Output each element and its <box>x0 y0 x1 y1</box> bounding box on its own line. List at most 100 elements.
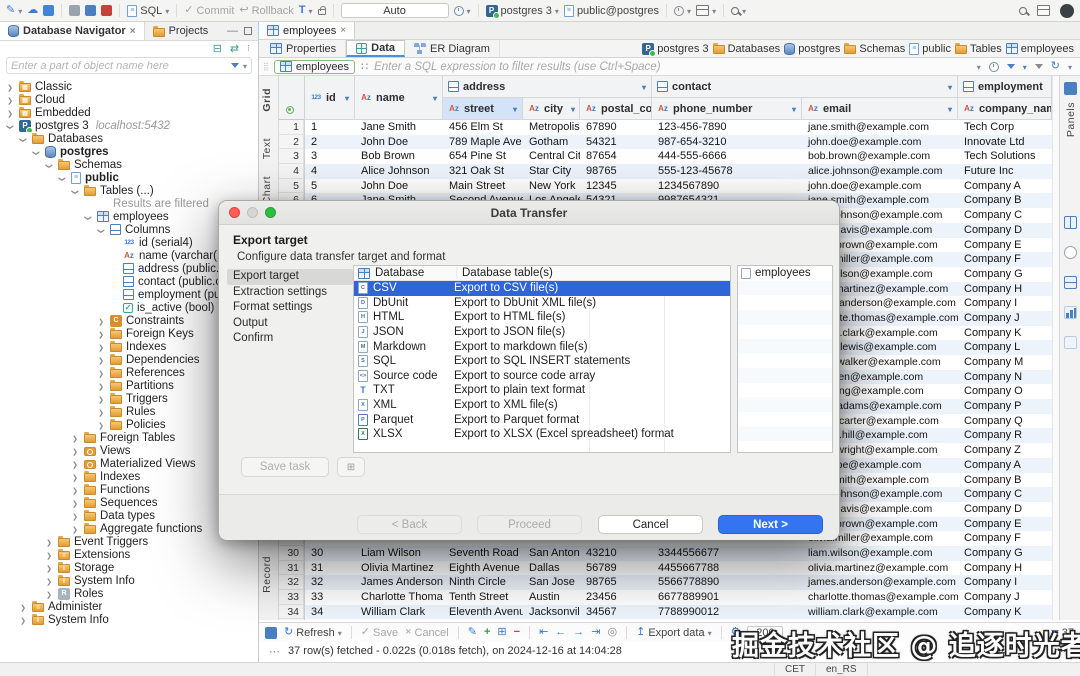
chevron-down-icon[interactable] <box>1023 61 1027 73</box>
twisty-icon[interactable] <box>96 315 106 327</box>
connect-icon[interactable] <box>69 5 80 16</box>
table-row[interactable]: 3 Bob Brown 654 Pine St Central City 876… <box>305 149 1052 164</box>
cell-phone-number[interactable]: 6677889901 <box>652 590 802 605</box>
table-row[interactable]: 30 Liam Wilson Seventh Road San Antonio … <box>305 546 1052 561</box>
twisty-icon[interactable] <box>96 328 106 340</box>
cell-street[interactable]: Eleventh Avenue <box>443 605 523 620</box>
column-header-id[interactable]: id <box>305 76 355 120</box>
twisty-icon[interactable] <box>70 185 80 197</box>
tab-grid[interactable]: Grid <box>261 88 273 112</box>
cell-email[interactable]: bob.brown@example.com <box>802 149 958 164</box>
references-panel-icon[interactable] <box>1064 246 1077 259</box>
twisty-icon[interactable] <box>70 445 80 457</box>
cell-company-name[interactable]: Company G <box>958 267 1052 282</box>
cell-city[interactable]: San Jose <box>523 575 580 590</box>
auto-commit-select[interactable]: Auto <box>341 3 449 18</box>
cell-name[interactable]: William Clark <box>355 605 443 620</box>
export-format-row[interactable]: SQL Export to SQL INSERT statements <box>354 354 730 369</box>
cell-postal-code[interactable]: 23456 <box>580 590 652 605</box>
breadcrumb-item[interactable]: Tables <box>955 43 1002 55</box>
cell-company-name[interactable]: Company L <box>958 340 1052 355</box>
save-task-button[interactable]: Save task <box>241 457 329 477</box>
breadcrumb-item[interactable]: public <box>909 43 951 55</box>
row-number[interactable]: 3 <box>279 149 304 164</box>
cell-street[interactable]: 789 Maple Ave <box>443 135 523 150</box>
tree-item[interactable]: public <box>0 171 258 184</box>
cell-city[interactable]: Gotham <box>523 135 580 150</box>
close-icon[interactable]: × <box>340 25 346 36</box>
cell-postal-code[interactable]: 98765 <box>580 575 652 590</box>
wizard-step[interactable]: Export target <box>227 269 353 285</box>
minimize-window-icon[interactable] <box>247 207 258 218</box>
last-row-icon[interactable]: ⇥ <box>591 627 600 638</box>
cell-company-name[interactable]: Company C <box>958 487 1052 502</box>
open-folder-icon[interactable] <box>43 5 54 16</box>
cell-phone-number[interactable]: 444-555-6666 <box>652 149 802 164</box>
twisty-icon[interactable] <box>44 562 54 574</box>
cell-company-name[interactable]: Company R <box>958 428 1052 443</box>
panels-toggle-icon[interactable] <box>1064 82 1077 95</box>
table-row[interactable]: 34 William Clark Eleventh Avenue Jackson… <box>305 605 1052 620</box>
tree-item[interactable]: System Info <box>0 574 258 587</box>
sql-filter-input[interactable] <box>374 61 971 73</box>
cell-email[interactable]: charlotte.thomas@example.com <box>802 590 958 605</box>
twisty-icon[interactable] <box>5 107 15 119</box>
cell-name[interactable]: Alice Johnson <box>355 164 443 179</box>
twisty-icon[interactable] <box>96 406 106 418</box>
tree-item[interactable]: Storage <box>0 561 258 574</box>
breadcrumb-item[interactable]: postgres 3 <box>642 43 708 55</box>
tree-item[interactable]: Embedded <box>0 106 258 119</box>
tree-item[interactable]: Classic <box>0 80 258 93</box>
source-item[interactable]: employees <box>738 266 832 281</box>
cell-company-name[interactable]: Company K <box>958 605 1052 620</box>
cell-company-name[interactable]: Company Z <box>958 443 1052 458</box>
filter-chevron-icon[interactable] <box>345 92 349 104</box>
search-menu-icon[interactable] <box>731 5 746 17</box>
column-header-street[interactable]: street <box>443 98 523 120</box>
export-format-row[interactable]: Parquet Export to Parquet format <box>354 412 730 427</box>
cell-postal-code[interactable]: 87654 <box>580 149 652 164</box>
cell-company-name[interactable]: Company P <box>958 399 1052 414</box>
cell-city[interactable]: Star City <box>523 164 580 179</box>
table-row[interactable]: 1 Jane Smith 456 Elm St Metropolis 67890… <box>305 120 1052 135</box>
edit-row-icon[interactable]: ✎ <box>468 627 477 638</box>
reconnect-icon[interactable] <box>85 5 96 16</box>
cell-id[interactable]: 5 <box>305 179 355 194</box>
cell-id[interactable]: 33 <box>305 590 355 605</box>
twisty-icon[interactable] <box>96 341 106 353</box>
twisty-icon[interactable] <box>5 81 15 93</box>
cell-street[interactable]: Seventh Road <box>443 546 523 561</box>
cell-city[interactable]: New York <box>523 179 580 194</box>
table-reference[interactable]: employees <box>274 60 355 74</box>
breadcrumb-item[interactable]: Schemas <box>844 43 905 55</box>
row-number[interactable]: 34 <box>279 605 304 620</box>
table-row[interactable]: 4 Alice Johnson 321 Oak St Star City 987… <box>305 164 1052 179</box>
tree-item[interactable]: Extensions <box>0 548 258 561</box>
cell-company-name[interactable]: Company F <box>958 531 1052 546</box>
cell-id[interactable]: 2 <box>305 135 355 150</box>
export-format-row[interactable]: CSV Export to CSV file(s) <box>354 281 730 296</box>
apply-filter-icon[interactable] <box>1007 64 1015 69</box>
twisty-icon[interactable] <box>70 510 80 522</box>
filter-history-icon[interactable] <box>989 62 999 72</box>
cell-company-name[interactable]: Company Q <box>958 414 1052 429</box>
sql-editor-button[interactable]: SQL <box>127 5 169 17</box>
twisty-icon[interactable] <box>18 601 28 613</box>
cell-name[interactable]: John Doe <box>355 135 443 150</box>
twisty-icon[interactable] <box>96 393 106 405</box>
cell-name[interactable]: Charlotte Thomas <box>355 590 443 605</box>
cell-phone-number[interactable]: 5566778890 <box>652 575 802 590</box>
cell-name[interactable]: John Doe <box>355 179 443 194</box>
cell-phone-number[interactable]: 3344556677 <box>652 546 802 561</box>
metadata-panel-icon[interactable] <box>1064 336 1077 349</box>
cell-email[interactable]: william.clark@example.com <box>802 605 958 620</box>
editor-tab-employees[interactable]: employees × <box>259 22 355 39</box>
filter-chevron-icon[interactable] <box>948 81 952 93</box>
cell-street[interactable]: 456 Elm St <box>443 120 523 135</box>
cell-company-name[interactable]: Future Inc <box>958 164 1052 179</box>
cell-company-name[interactable]: Company N <box>958 370 1052 385</box>
tx-timeout-icon[interactable] <box>454 5 471 17</box>
minimize-icon[interactable]: — <box>227 25 238 37</box>
cell-street[interactable]: 321 Oak St <box>443 164 523 179</box>
more-icon[interactable]: ⋯ <box>269 645 280 658</box>
